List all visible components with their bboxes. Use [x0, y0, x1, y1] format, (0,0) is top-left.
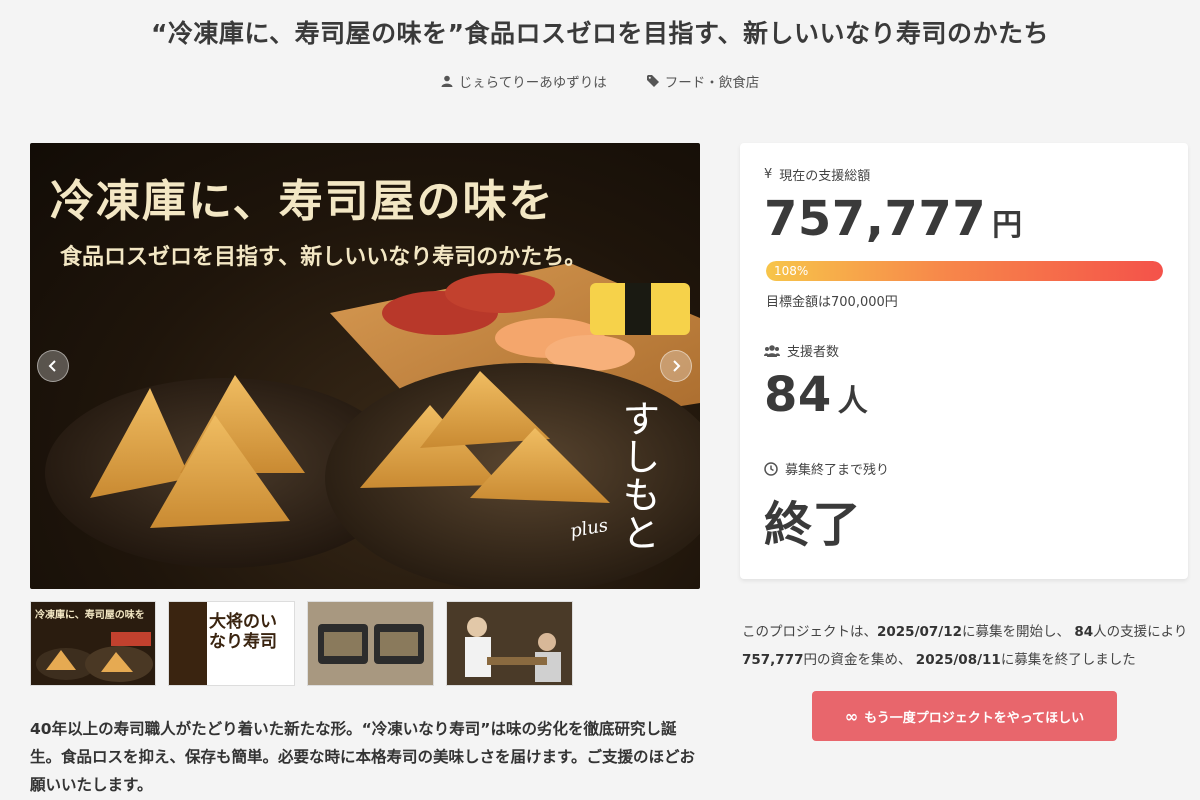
thumbnail-4-image — [447, 602, 572, 685]
request-again-label: もう一度プロジェクトをやってほしい — [864, 710, 1085, 726]
thumbnail-1[interactable]: 冷凍庫に、寿司屋の味を — [30, 601, 156, 686]
thumbnail-3-image — [318, 624, 424, 664]
supporters-number: 84 — [764, 367, 832, 423]
users-icon — [764, 344, 780, 357]
remaining-label: 募集終了まで残り — [764, 459, 889, 478]
summary-text: 円の資金を集め、 — [803, 652, 912, 668]
request-again-button[interactable]: ∞ もう一度プロジェクトをやってほしい — [812, 691, 1117, 741]
summary-end-date: 2025/08/11 — [915, 652, 1001, 668]
amount-label: ¥ 現在の支援総額 — [764, 165, 870, 184]
amount-unit: 円 — [992, 208, 1023, 243]
category-name: フード・飲食店 — [664, 75, 760, 91]
remaining-label-text: 募集終了まで残り — [785, 463, 890, 478]
author-name: じぇらてりーあゆずりは — [458, 75, 607, 91]
carousel-prev-button[interactable] — [37, 350, 69, 382]
summary-amount: 757,777 — [742, 652, 804, 668]
thumbnail-caption: 大将のいなり寿司 — [209, 612, 277, 652]
hero-headline: 冷凍庫に、寿司屋の味を — [50, 176, 555, 227]
supporters-value: 84 人 — [764, 367, 868, 423]
progress-bar: 108% — [766, 261, 1163, 281]
summary-text: に募集を終了しました — [1000, 652, 1136, 668]
thumbnail-4[interactable] — [446, 601, 573, 686]
supporters-unit: 人 — [837, 384, 869, 419]
user-icon — [441, 75, 453, 87]
project-description: 40年以上の寿司職人がたどり着いた新たな形。“冷凍いなり寿司”は味の劣化を徹底研… — [30, 720, 695, 794]
progress-fill: 108% — [766, 261, 1163, 281]
amount-value: 757,777 円 — [764, 191, 1023, 247]
hero-subheadline: 食品ロスゼロを目指す、新しいいなり寿司のかたち。 — [60, 245, 587, 270]
thumbnail-strip: 冷凍庫に、寿司屋の味を 大将のいなり寿司 — [30, 601, 573, 686]
brand-strip — [169, 602, 207, 685]
category-link[interactable]: フード・飲食店 — [646, 71, 760, 91]
thumbnail-2[interactable]: 大将のいなり寿司 — [168, 601, 295, 686]
thumbnail-caption: 冷凍庫に、寿司屋の味を — [35, 610, 145, 621]
thumbnail-3[interactable] — [307, 601, 434, 686]
goal-text: 目標金額は700,000円 — [766, 295, 898, 310]
hero-brand: すしもと — [616, 399, 666, 551]
summary-count: 84 — [1074, 624, 1094, 640]
brand-text: すしもと — [616, 399, 660, 551]
supporters-label: 支援者数 — [764, 341, 839, 360]
project-summary: このプロジェクトは、2025/07/12に募集を開始し、 84人の支援により 7… — [742, 618, 1192, 674]
amount-number: 757,777 — [764, 191, 987, 247]
project-meta: じぇらてりーあゆずりは フード・飲食店 — [0, 71, 1200, 91]
project-title: “冷凍庫に、寿司屋の味を”食品ロスゼロを目指す、新しいいなり寿司のかたち — [150, 19, 1050, 48]
author-link[interactable]: じぇらてりーあゆずりは — [441, 71, 607, 91]
summary-start-date: 2025/07/12 — [877, 624, 963, 640]
yen-icon: ¥ — [764, 167, 773, 182]
clock-icon — [764, 461, 778, 476]
stats-card: ¥ 現在の支援総額 757,777 円 108% 目標金額は700,000円 支援… — [740, 143, 1188, 579]
remaining-value: 終了 — [764, 497, 862, 553]
summary-text: このプロジェクトは、 — [742, 624, 877, 640]
chevron-right-icon — [673, 360, 681, 372]
tag-icon — [646, 75, 659, 87]
supporters-label-text: 支援者数 — [787, 345, 840, 360]
hero-image: 冷凍庫に、寿司屋の味を 食品ロスゼロを目指す、新しいいなり寿司のかたち。 すしも… — [30, 143, 700, 589]
summary-text: 人の支援により — [1093, 624, 1188, 640]
chevron-left-icon — [48, 360, 56, 372]
infinity-icon: ∞ — [844, 706, 859, 726]
carousel-next-button[interactable] — [660, 350, 692, 382]
progress-label: 108% — [774, 264, 809, 278]
summary-text: に募集を開始し、 — [962, 624, 1071, 640]
amount-label-text: 現在の支援総額 — [779, 169, 871, 184]
